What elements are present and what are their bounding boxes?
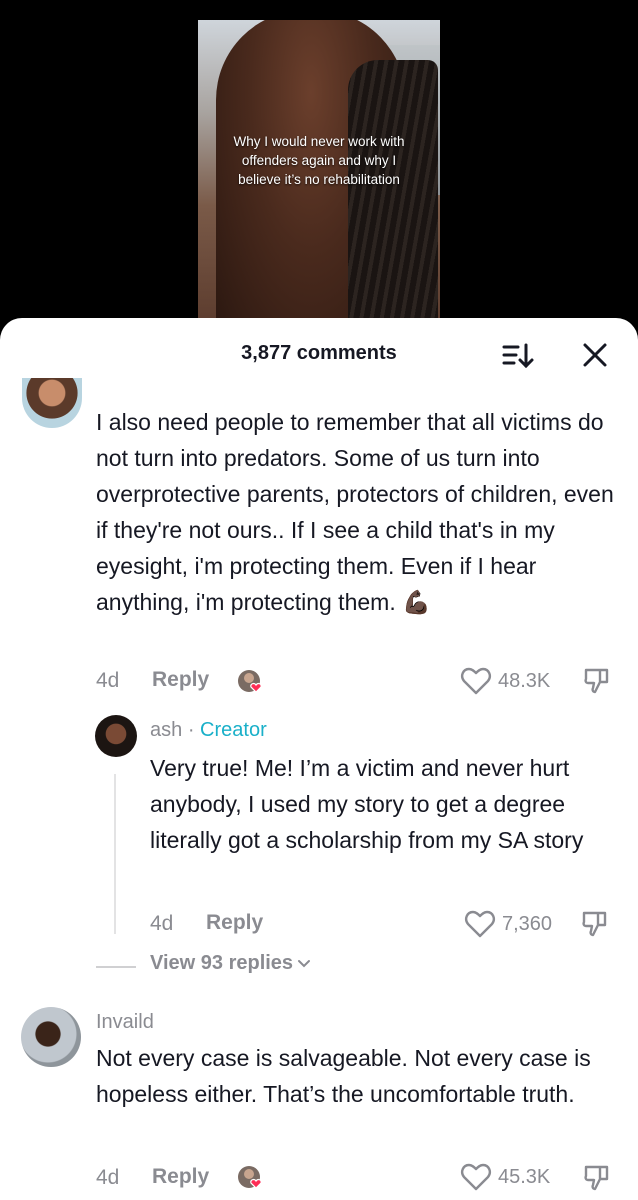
like-button[interactable]: 48.3K: [460, 666, 550, 696]
reply-username[interactable]: ash · Creator: [150, 719, 267, 742]
chevron-down-icon: [298, 959, 311, 967]
reply-text: Very true! Me! I’m a victim and never hu…: [150, 755, 584, 853]
like-count: 7,360: [502, 912, 553, 935]
video-background: Why I would never work with offenders ag…: [0, 0, 638, 330]
comment-count: 3,877 comments: [241, 342, 397, 364]
dislike-icon[interactable]: [580, 909, 610, 939]
comment-age: 4d: [96, 669, 120, 692]
thread-line: [114, 774, 116, 934]
like-button[interactable]: 45.3K: [460, 1162, 550, 1192]
dislike-icon[interactable]: [582, 1163, 612, 1193]
reply-button[interactable]: Reply: [206, 911, 263, 935]
reply-button[interactable]: Reply: [152, 1165, 209, 1189]
sort-icon[interactable]: [500, 338, 536, 374]
comment-age: 4d: [96, 1166, 120, 1189]
close-icon[interactable]: [578, 338, 612, 372]
dislike-icon[interactable]: [582, 666, 612, 696]
heart-icon: [461, 1163, 491, 1191]
heart-icon: [461, 667, 491, 695]
reply-like-button[interactable]: 7,360: [464, 909, 552, 939]
reply-button[interactable]: Reply: [152, 668, 209, 692]
creator-liked-avatar: [238, 1166, 262, 1189]
comments-sheet: 3,877 comments I also need people to rem…: [0, 318, 638, 1200]
video-person-hair: [348, 60, 438, 330]
comment-username[interactable]: Invaild: [96, 1011, 154, 1034]
creator-liked-avatar: [238, 670, 262, 693]
comments-header: 3,877 comments: [0, 318, 638, 388]
avatar[interactable]: [22, 378, 82, 428]
comment-text: I also need people to remember that all …: [96, 409, 614, 615]
comment-text: Not every case is salvageable. Not every…: [96, 1045, 591, 1107]
video-caption: Why I would never work with offenders ag…: [233, 134, 405, 187]
heart-icon: [465, 910, 495, 938]
reply-age: 4d: [150, 912, 174, 935]
creator-badge: Creator: [200, 719, 267, 741]
video-player[interactable]: Why I would never work with offenders ag…: [198, 20, 440, 330]
view-replies-divider: [96, 966, 136, 968]
like-count: 45.3K: [498, 1165, 551, 1188]
creator-avatar[interactable]: [95, 715, 137, 757]
avatar[interactable]: [21, 1007, 81, 1067]
like-count: 48.3K: [498, 669, 551, 692]
view-replies-button[interactable]: View 93 replies: [150, 952, 311, 975]
